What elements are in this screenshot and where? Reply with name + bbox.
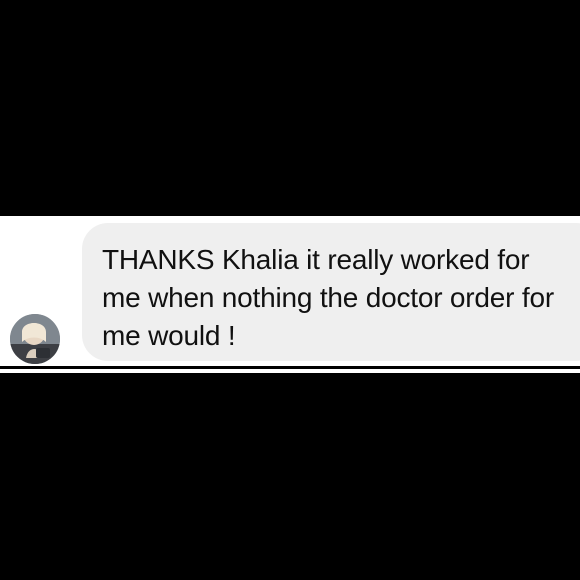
message-text: THANKS Khalia it really worked for me wh…	[102, 244, 554, 351]
message-bubble[interactable]: THANKS Khalia it really worked for me wh…	[82, 223, 580, 361]
sender-avatar[interactable]	[10, 314, 60, 364]
chat-message-row: THANKS Khalia it really worked for me wh…	[0, 216, 580, 366]
user-avatar-photo-icon	[10, 314, 60, 364]
bottom-black-area	[0, 373, 580, 580]
top-black-area	[0, 0, 580, 216]
